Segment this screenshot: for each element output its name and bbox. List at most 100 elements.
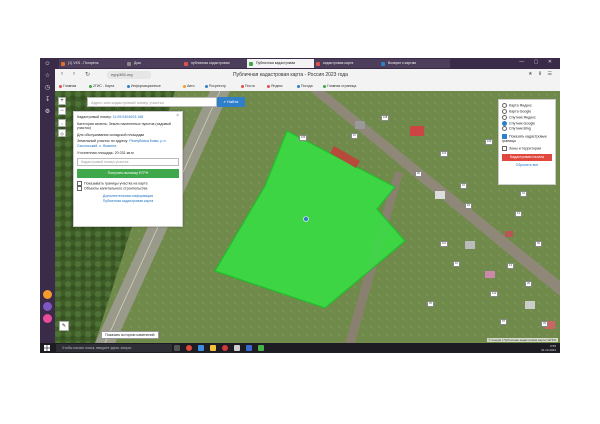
alice-icon[interactable]: [43, 302, 52, 311]
bookmarks-icon[interactable]: ☆: [43, 72, 52, 81]
search-input[interactable]: Адрес или кадастровый номер участка: [87, 97, 217, 107]
map-label: 33: [541, 321, 548, 327]
checkbox[interactable]: [502, 145, 507, 151]
roof: [355, 121, 365, 129]
use-text: Для обслуживания складской площадки: [77, 132, 145, 137]
tab-5[interactable]: кадастровая карта: [314, 59, 385, 68]
bookmark-item[interactable]: Росреестр: [205, 83, 226, 90]
locate-icon[interactable]: ◎: [58, 129, 66, 137]
edge-icon[interactable]: [198, 345, 204, 351]
location-marker-icon[interactable]: [303, 216, 309, 222]
bookmark-item[interactable]: Авто: [183, 83, 195, 90]
map-label: 103: [299, 135, 308, 141]
map-copyright: © Google | Публичная кадастровая карта |…: [486, 338, 558, 342]
app-icon[interactable]: [258, 345, 264, 351]
opera-icon[interactable]: [222, 345, 228, 351]
app-icon[interactable]: [234, 345, 240, 351]
get-extract-button[interactable]: Получить выписку ЕГРН: [77, 169, 179, 179]
bookmark-item[interactable]: 2ГИС - Карта: [89, 83, 114, 90]
bookmark-item[interactable]: Главная страница: [323, 83, 356, 90]
tab-bar: (1) VKS - Погорель Дом публичная кадастр…: [55, 58, 560, 69]
close-icon[interactable]: ×: [176, 114, 179, 119]
browser-actions[interactable]: ★ ⬇ ☰: [528, 71, 554, 77]
map-label: 10: [453, 261, 460, 267]
task-view-icon[interactable]: [174, 345, 180, 351]
tab-2[interactable]: Дом: [125, 59, 188, 68]
settings-icon[interactable]: ⚙: [43, 108, 52, 117]
reload-icon[interactable]: ↻: [85, 71, 90, 78]
tab-favicon: [249, 61, 253, 66]
music-icon[interactable]: [43, 314, 52, 323]
area-row: Уточненная площадь: 20 031 кв.м: [77, 150, 134, 155]
objects-checkbox-row[interactable]: Объекты капитального строительства: [77, 186, 179, 192]
windows-start-icon[interactable]: [44, 345, 50, 351]
radio[interactable]: [502, 120, 507, 126]
roof: [505, 231, 513, 237]
zoom-in-button[interactable]: +: [58, 97, 66, 105]
roof: [410, 126, 424, 136]
map-label: 16: [460, 183, 467, 189]
back-icon[interactable]: ‹: [61, 71, 63, 77]
public-map-link[interactable]: Публичная кадастровая карта: [77, 199, 179, 204]
bookmark-icon: [267, 84, 270, 88]
roof: [525, 301, 535, 309]
map-label: 111: [440, 241, 448, 247]
tab-favicon: [184, 61, 188, 66]
cad-number-link[interactable]: 11:09:0404003:168: [113, 115, 144, 119]
radio[interactable]: [502, 126, 507, 132]
bookmark-item[interactable]: Погода: [297, 83, 313, 90]
cad-number-row: Кадастровый номер: 11:09:0404003:168: [77, 115, 144, 119]
tab-6[interactable]: Возврат к картам: [379, 59, 450, 68]
bookmark-item[interactable]: Яндекс: [267, 83, 283, 90]
map-label: 32: [535, 241, 542, 247]
map-label: 102: [485, 139, 494, 145]
satellite-map[interactable]: 103 10 108 110 20 16 24 111 10 122 13 29…: [55, 91, 560, 343]
cadastral-chamber-button[interactable]: Кадастровая палата: [502, 153, 552, 161]
map-label: 108: [381, 115, 390, 121]
address-bar: ‹ › ↻ egrp365.org Публичная кадастровая …: [55, 69, 560, 83]
cad-bounds-checkbox-row[interactable]: Показать кадастровые границы: [502, 134, 552, 143]
tab-1[interactable]: (1) VKS - Погорель: [59, 59, 130, 68]
layers-panel: Карта Яндекс Карта Google Спутник Яндекс…: [498, 99, 556, 185]
zones-checkbox-row[interactable]: Зоны и территории: [502, 145, 552, 151]
zoom-out-button[interactable]: −: [58, 107, 66, 115]
downloads-icon[interactable]: ↧: [43, 96, 52, 105]
radio[interactable]: [502, 103, 507, 108]
windows-taskbar: Чтобы начать поиск, введите здесь запрос…: [40, 343, 560, 353]
tab-favicon: [127, 61, 131, 66]
radio[interactable]: [502, 108, 507, 114]
reset-link[interactable]: Сбросить все: [502, 163, 552, 168]
map-label: 13: [507, 263, 514, 269]
bookmark-icon: [89, 84, 92, 88]
tab-4-active[interactable]: Публичная кадастровая: [247, 59, 320, 68]
window-controls[interactable]: — ▢ ✕: [519, 59, 556, 65]
explorer-icon[interactable]: [210, 345, 216, 351]
url-field[interactable]: egrp365.org: [107, 71, 151, 79]
layer-option[interactable]: Спутник Bing: [502, 126, 552, 132]
account-icon[interactable]: ☺: [43, 60, 52, 69]
system-clock[interactable]: 9:55 31.10.2023: [541, 344, 556, 352]
bookmark-item[interactable]: Почта: [241, 83, 255, 90]
search-button[interactable]: ⌕ Найти: [217, 97, 245, 107]
address-row: Земельный участок по адресу: Республика …: [77, 139, 166, 148]
yandex-browser-icon[interactable]: [186, 345, 192, 351]
map-label: 24: [465, 203, 472, 209]
roof: [465, 241, 475, 249]
forward-icon[interactable]: ›: [73, 71, 75, 77]
app-icon[interactable]: [246, 345, 252, 351]
radio[interactable]: [502, 114, 507, 120]
ruler-icon[interactable]: ⇔: [58, 119, 66, 127]
tab-favicon: [381, 61, 385, 66]
taskbar-search-input[interactable]: Чтобы начать поиск, введите здесь запрос: [56, 344, 172, 352]
tab-3[interactable]: публичная кадастровая: [182, 59, 253, 68]
history-icon[interactable]: ◷: [43, 84, 52, 93]
checkbox[interactable]: [77, 186, 82, 192]
bookmark-item[interactable]: Информационные: [127, 83, 161, 90]
bookmark-icon: [127, 84, 130, 88]
cad-query-input[interactable]: Кадастровый номер участка: [77, 158, 179, 167]
bookmark-item[interactable]: Главная: [59, 83, 76, 90]
tab-favicon: [316, 61, 320, 66]
messenger-icon[interactable]: [43, 290, 52, 299]
edit-icon[interactable]: ✎: [59, 321, 69, 331]
app-sidebar: ☺ ☆ ◷ ↧ ⚙: [40, 58, 55, 343]
